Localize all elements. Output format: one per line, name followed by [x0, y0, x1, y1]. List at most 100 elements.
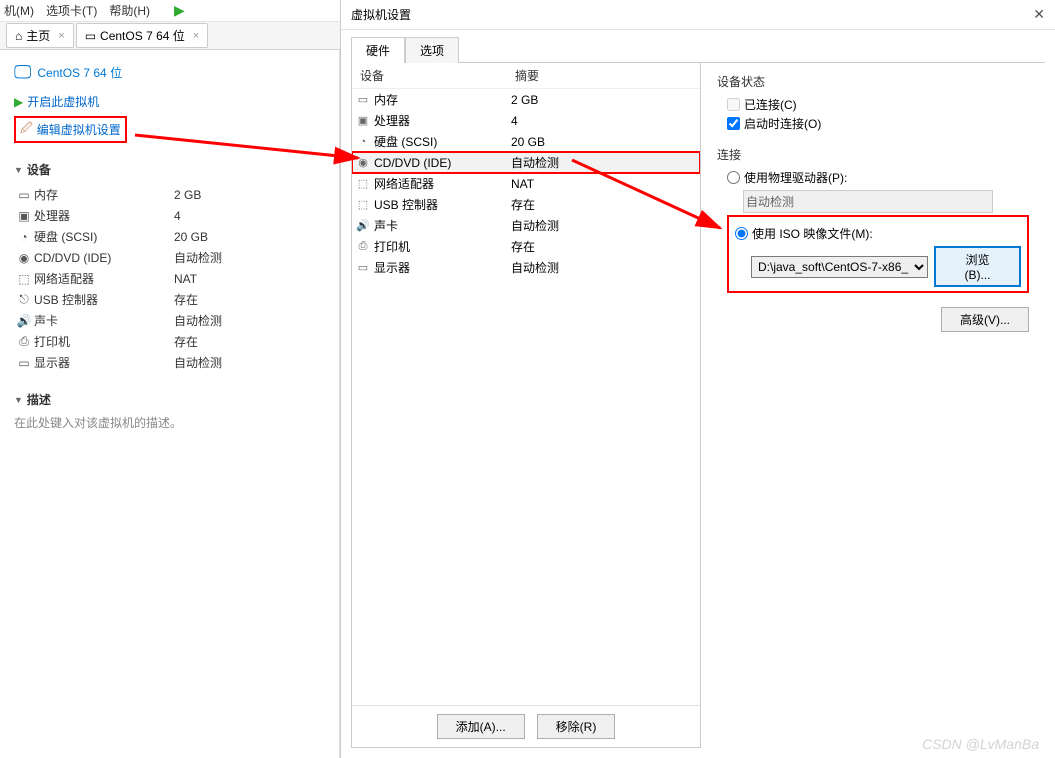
device-icon: ▣	[356, 114, 370, 127]
add-device-button[interactable]: 添加(A)...	[437, 714, 525, 739]
device-row[interactable]: ⬚网络适配器NAT	[14, 268, 325, 289]
connected-checkbox[interactable]: 已连接(C)	[727, 96, 1029, 113]
device-list-row[interactable]: ⎙打印机存在	[352, 236, 700, 257]
device-list-row[interactable]: ▭显示器自动检测	[352, 257, 700, 278]
vm-title: 🖵 CentOS 7 64 位	[14, 58, 325, 91]
iso-path-select[interactable]: D:\java_soft\CentOS-7-x86_	[751, 256, 928, 278]
description-section-header[interactable]: 描述	[14, 391, 325, 408]
vm-screen-icon: 🖵	[14, 62, 31, 83]
device-label: 硬盘 (SCSI)	[374, 133, 437, 150]
use-iso-input[interactable]	[735, 227, 748, 240]
use-iso-label: 使用 ISO 映像文件(M):	[752, 225, 873, 242]
use-phys-label: 使用物理驱动器(P):	[744, 169, 847, 186]
devices-section-header[interactable]: 设备	[14, 161, 325, 178]
device-label: 打印机	[34, 333, 174, 350]
edit-vm-label: 编辑虚拟机设置	[37, 121, 121, 138]
device-row[interactable]: ⎙打印机存在	[14, 331, 325, 352]
play-icon[interactable]: ▶	[174, 2, 185, 19]
device-row[interactable]: 🔊声卡自动检测	[14, 310, 325, 331]
device-icon: ▭	[356, 93, 370, 106]
physical-drive-select: 自动检测	[743, 190, 993, 213]
device-list-row[interactable]: ▣ 处理器 4	[352, 110, 700, 131]
description-placeholder[interactable]: 在此处键入对该虚拟机的描述。	[14, 414, 325, 431]
device-list-row[interactable]: ⬚网络适配器NAT	[352, 173, 700, 194]
connect-on-label: 启动时连接(O)	[744, 115, 821, 132]
device-row[interactable]: ▣处理器4	[14, 205, 325, 226]
device-icon: ▭	[14, 188, 34, 202]
browse-button[interactable]: 浏览(B)...	[934, 246, 1021, 287]
tab-options[interactable]: 选项	[405, 37, 459, 63]
connect-on-input[interactable]	[727, 117, 740, 130]
dialog-titlebar: 虚拟机设置 ✕	[341, 0, 1055, 30]
edit-vm-settings-link[interactable]: 🖉 编辑虚拟机设置	[14, 116, 127, 143]
use-iso-radio[interactable]: 使用 ISO 映像文件(M):	[735, 225, 1021, 242]
device-icon: ⎙	[14, 334, 34, 349]
close-icon[interactable]: ✕	[1033, 6, 1045, 23]
home-icon: ⌂	[15, 29, 22, 43]
tab-vm-label: CentOS 7 64 位	[100, 27, 185, 44]
power-on-link[interactable]: ▶ 开启此虚拟机	[14, 91, 325, 112]
device-label: CD/DVD (IDE)	[34, 251, 174, 265]
device-icon: ◔	[14, 230, 34, 244]
device-icon: ⬚	[14, 272, 34, 286]
remove-device-button[interactable]: 移除(R)	[537, 714, 616, 739]
device-icon: ▣	[14, 209, 34, 223]
device-label: 声卡	[34, 312, 174, 329]
menu-machine[interactable]: 机(M)	[4, 2, 34, 19]
device-summary: 存在	[511, 196, 696, 213]
connected-input	[727, 98, 740, 111]
use-physical-drive-radio[interactable]: 使用物理驱动器(P):	[727, 169, 1029, 186]
device-label: 显示器	[374, 259, 410, 276]
device-row[interactable]: ◔硬盘 (SCSI)20 GB	[14, 226, 325, 247]
device-list-panel: 设备 摘要 ▭内存2 GB▣处理器4◔硬盘 (SCSI)20 GB◉CD/DVD…	[351, 63, 701, 748]
device-list-row[interactable]: ⬚USB 控制器存在	[352, 194, 700, 215]
device-icon: ▭	[14, 356, 34, 370]
device-label: USB 控制器	[34, 291, 174, 308]
connect-on-power-checkbox[interactable]: 启动时连接(O)	[727, 115, 1029, 132]
connection-label: 连接	[717, 146, 1029, 163]
close-icon[interactable]: ×	[193, 30, 199, 42]
device-row[interactable]: ▭内存2 GB	[14, 184, 325, 205]
device-value: 自动检测	[174, 312, 222, 329]
edit-icon: 🖉	[20, 119, 33, 140]
close-icon[interactable]: ×	[58, 30, 64, 42]
use-phys-input[interactable]	[727, 171, 740, 184]
vm-title-text: CentOS 7 64 位	[37, 64, 122, 81]
device-summary: 自动检测	[511, 154, 696, 171]
device-config-panel: 设备状态 已连接(C) 启动时连接(O) 连接 使用物理驱动器(P): 自动检测	[701, 63, 1045, 748]
device-icon: ⎙	[356, 240, 370, 253]
device-label: 内存	[374, 91, 398, 108]
device-label: 显示器	[34, 354, 174, 371]
device-icon: ⎋	[14, 292, 34, 307]
devices-header-text: 设备	[27, 161, 51, 178]
device-list-row[interactable]: 🔊 声卡 自动检测	[352, 215, 700, 236]
connected-label: 已连接(C)	[744, 96, 797, 113]
menu-help[interactable]: 帮助(H)	[109, 2, 150, 19]
device-label: 声卡	[374, 217, 398, 234]
device-icon: ◉	[14, 251, 34, 265]
device-row[interactable]: ⎋USB 控制器存在	[14, 289, 325, 310]
device-summary: NAT	[511, 177, 696, 191]
advanced-button[interactable]: 高级(V)...	[941, 307, 1029, 332]
device-icon: 🔊	[356, 219, 370, 232]
device-row[interactable]: ▭显示器自动检测	[14, 352, 325, 373]
tab-vm[interactable]: ▭ CentOS 7 64 位 ×	[76, 23, 209, 48]
dialog-title-text: 虚拟机设置	[351, 6, 411, 23]
device-list-row[interactable]: ▭内存2 GB	[352, 89, 700, 110]
device-value: 2 GB	[174, 188, 201, 202]
tab-hardware[interactable]: 硬件	[351, 37, 405, 63]
device-summary: 自动检测	[511, 217, 696, 234]
menu-tabs[interactable]: 选项卡(T)	[46, 2, 97, 19]
device-value: 自动检测	[174, 354, 222, 371]
device-summary: 4	[511, 114, 696, 128]
device-label: 处理器	[374, 112, 410, 129]
device-label: 处理器	[34, 207, 174, 224]
device-label: 打印机	[374, 238, 410, 255]
device-list-row[interactable]: ◉CD/DVD (IDE)自动检测	[352, 152, 700, 173]
device-list-row[interactable]: ◔硬盘 (SCSI)20 GB	[352, 131, 700, 152]
device-row[interactable]: ◉CD/DVD (IDE)自动检测	[14, 247, 325, 268]
tab-home[interactable]: ⌂ 主页 ×	[6, 23, 74, 48]
device-value: 4	[174, 209, 181, 223]
tab-home-label: 主页	[26, 27, 50, 44]
device-value: NAT	[174, 272, 197, 286]
